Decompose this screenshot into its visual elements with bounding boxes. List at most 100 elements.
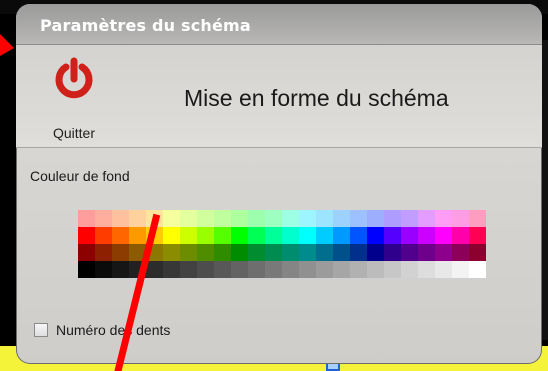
color-swatch[interactable] xyxy=(401,244,418,261)
color-swatch[interactable] xyxy=(401,227,418,244)
color-swatch[interactable] xyxy=(401,210,418,227)
color-swatch[interactable] xyxy=(435,261,452,278)
color-swatch[interactable] xyxy=(112,261,129,278)
color-swatch[interactable] xyxy=(367,227,384,244)
color-swatch[interactable] xyxy=(214,227,231,244)
color-swatch[interactable] xyxy=(367,210,384,227)
color-swatch[interactable] xyxy=(95,244,112,261)
color-swatch[interactable] xyxy=(180,227,197,244)
color-swatch[interactable] xyxy=(350,261,367,278)
color-swatch[interactable] xyxy=(78,227,95,244)
color-swatch[interactable] xyxy=(435,244,452,261)
color-swatch[interactable] xyxy=(163,210,180,227)
color-swatch[interactable] xyxy=(231,261,248,278)
color-swatch[interactable] xyxy=(469,210,486,227)
dialog-titlebar[interactable]: Paramètres du schéma xyxy=(16,4,542,45)
color-swatch[interactable] xyxy=(282,227,299,244)
color-swatch[interactable] xyxy=(384,227,401,244)
color-swatch[interactable] xyxy=(163,261,180,278)
color-swatch[interactable] xyxy=(418,210,435,227)
color-swatch[interactable] xyxy=(418,244,435,261)
color-swatch[interactable] xyxy=(265,227,282,244)
color-swatch[interactable] xyxy=(469,261,486,278)
color-swatch[interactable] xyxy=(435,227,452,244)
color-swatch[interactable] xyxy=(265,210,282,227)
color-swatch[interactable] xyxy=(418,261,435,278)
color-swatch[interactable] xyxy=(129,261,146,278)
color-swatch[interactable] xyxy=(231,227,248,244)
color-swatch[interactable] xyxy=(350,210,367,227)
color-swatch[interactable] xyxy=(350,244,367,261)
color-swatch[interactable] xyxy=(265,244,282,261)
color-swatch[interactable] xyxy=(435,210,452,227)
color-swatch[interactable] xyxy=(282,261,299,278)
color-swatch[interactable] xyxy=(112,227,129,244)
color-swatch[interactable] xyxy=(418,227,435,244)
color-swatch[interactable] xyxy=(282,210,299,227)
color-swatch[interactable] xyxy=(95,261,112,278)
color-swatch[interactable] xyxy=(95,227,112,244)
color-swatch[interactable] xyxy=(452,210,469,227)
color-swatch[interactable] xyxy=(401,261,418,278)
color-swatch[interactable] xyxy=(146,210,163,227)
color-swatch[interactable] xyxy=(265,261,282,278)
color-swatch[interactable] xyxy=(333,244,350,261)
quit-button[interactable]: Quitter xyxy=(44,55,104,141)
color-swatch[interactable] xyxy=(299,210,316,227)
color-swatch[interactable] xyxy=(299,227,316,244)
teeth-numbers-option[interactable]: Numéro des dents xyxy=(34,322,170,338)
color-swatch[interactable] xyxy=(333,210,350,227)
color-swatch[interactable] xyxy=(112,244,129,261)
color-swatch[interactable] xyxy=(384,261,401,278)
color-swatch[interactable] xyxy=(248,261,265,278)
color-swatch[interactable] xyxy=(452,227,469,244)
color-swatch[interactable] xyxy=(197,244,214,261)
color-swatch[interactable] xyxy=(333,227,350,244)
color-swatch[interactable] xyxy=(452,244,469,261)
color-swatch[interactable] xyxy=(197,227,214,244)
color-swatch[interactable] xyxy=(163,244,180,261)
color-swatch[interactable] xyxy=(129,210,146,227)
color-swatch[interactable] xyxy=(163,227,180,244)
color-swatch[interactable] xyxy=(214,244,231,261)
color-swatch[interactable] xyxy=(146,261,163,278)
color-swatch[interactable] xyxy=(452,261,469,278)
color-swatch[interactable] xyxy=(231,244,248,261)
color-swatch[interactable] xyxy=(214,210,231,227)
color-swatch[interactable] xyxy=(248,210,265,227)
color-swatch[interactable] xyxy=(350,227,367,244)
color-swatch[interactable] xyxy=(384,210,401,227)
color-swatch[interactable] xyxy=(469,244,486,261)
color-swatch[interactable] xyxy=(129,227,146,244)
color-swatch[interactable] xyxy=(231,210,248,227)
color-swatch[interactable] xyxy=(214,261,231,278)
color-swatch[interactable] xyxy=(78,210,95,227)
color-swatch[interactable] xyxy=(146,227,163,244)
color-swatch[interactable] xyxy=(197,210,214,227)
color-swatch[interactable] xyxy=(248,227,265,244)
color-swatch[interactable] xyxy=(469,227,486,244)
color-swatch[interactable] xyxy=(95,210,112,227)
color-swatch[interactable] xyxy=(367,244,384,261)
color-swatch[interactable] xyxy=(316,227,333,244)
color-swatch[interactable] xyxy=(282,244,299,261)
color-swatch[interactable] xyxy=(78,244,95,261)
color-swatch[interactable] xyxy=(78,261,95,278)
color-swatch[interactable] xyxy=(197,261,214,278)
color-swatch[interactable] xyxy=(129,244,146,261)
color-swatch[interactable] xyxy=(384,244,401,261)
color-swatch[interactable] xyxy=(316,244,333,261)
color-swatch[interactable] xyxy=(112,210,129,227)
color-swatch[interactable] xyxy=(146,244,163,261)
color-swatch[interactable] xyxy=(367,261,384,278)
color-swatch[interactable] xyxy=(316,210,333,227)
color-swatch[interactable] xyxy=(248,244,265,261)
color-swatch[interactable] xyxy=(299,244,316,261)
color-swatch[interactable] xyxy=(180,210,197,227)
color-swatch[interactable] xyxy=(180,261,197,278)
color-swatch[interactable] xyxy=(299,261,316,278)
color-swatch[interactable] xyxy=(180,244,197,261)
color-swatch[interactable] xyxy=(333,261,350,278)
teeth-numbers-checkbox[interactable] xyxy=(34,323,48,337)
color-swatch[interactable] xyxy=(316,261,333,278)
